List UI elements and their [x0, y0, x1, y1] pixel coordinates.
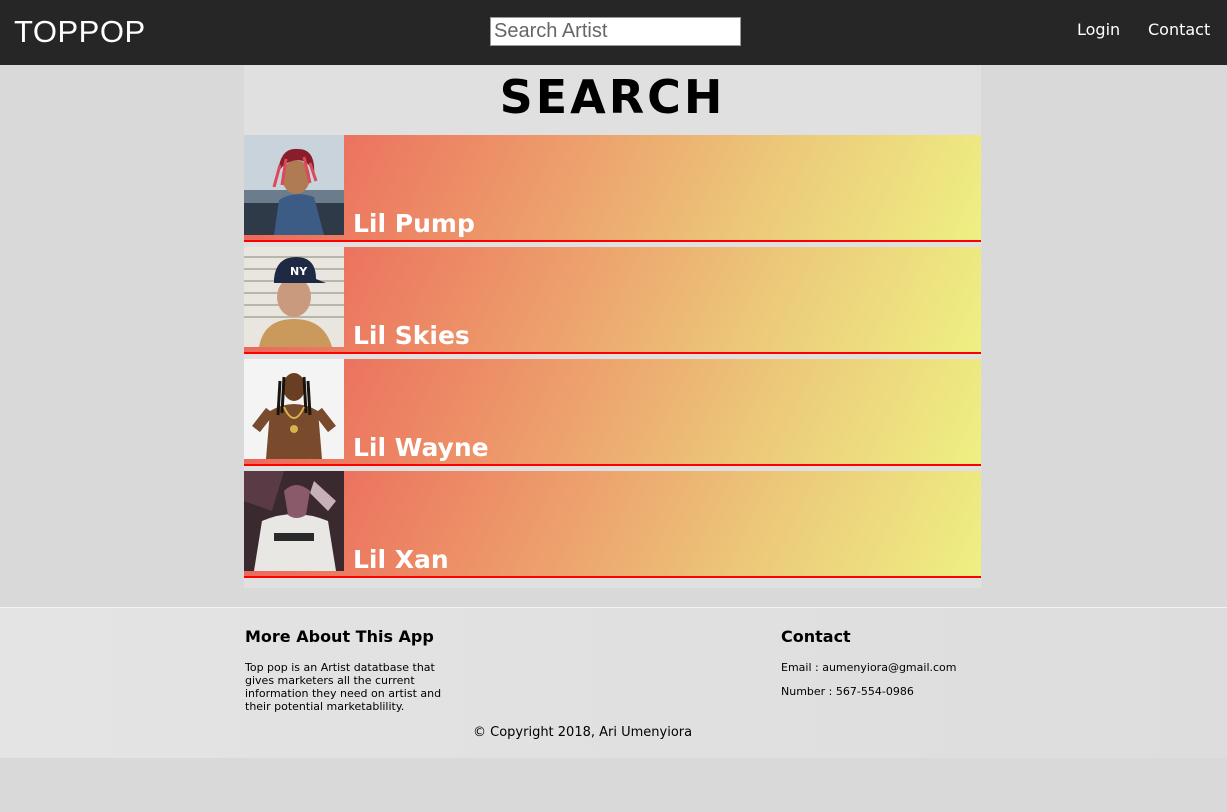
artist-name: Lil Pump: [353, 209, 475, 238]
svg-text:NY: NY: [290, 265, 308, 278]
artist-row-lil-wayne[interactable]: Lil Wayne: [244, 359, 981, 466]
artist-photo-lil-skies: NY: [244, 247, 344, 347]
artist-name: Lil Wayne: [353, 433, 489, 462]
footer-about-heading: More About This App: [245, 627, 434, 646]
nav-login-link[interactable]: Login: [1077, 20, 1120, 39]
footer-about-text: Top pop is an Artist datatbase that give…: [245, 661, 442, 713]
artist-photo-lil-pump: [244, 135, 344, 235]
footer-contact-heading: Contact: [781, 627, 851, 646]
artist-row-lil-skies[interactable]: NY Lil Skies: [244, 247, 981, 354]
artist-name: Lil Xan: [353, 545, 449, 574]
artist-name: Lil Skies: [353, 321, 470, 350]
artist-photo-lil-wayne: [244, 359, 344, 459]
artist-row-lil-xan[interactable]: Lil Xan: [244, 471, 981, 578]
footer: More About This App Top pop is an Artist…: [0, 607, 1227, 758]
top-navbar: TOPPOP Login Contact: [0, 0, 1227, 65]
brand-logo[interactable]: TOPPOP: [14, 14, 146, 50]
footer-email: Email : aumenyiora@gmail.com: [781, 661, 957, 674]
search-results-panel: SEARCH Lil Pump NY Lil Skies Lil Wayne L…: [244, 65, 981, 588]
artist-photo-lil-xan: [244, 471, 344, 571]
footer-phone-number: Number : 567-554-0986: [781, 685, 914, 698]
search-artist-input[interactable]: [490, 17, 741, 46]
nav-contact-link[interactable]: Contact: [1148, 20, 1210, 39]
page-title: SEARCH: [499, 70, 726, 124]
footer-copyright: © Copyright 2018, Ari Umenyiora: [473, 725, 693, 740]
artist-row-lil-pump[interactable]: Lil Pump: [244, 135, 981, 242]
